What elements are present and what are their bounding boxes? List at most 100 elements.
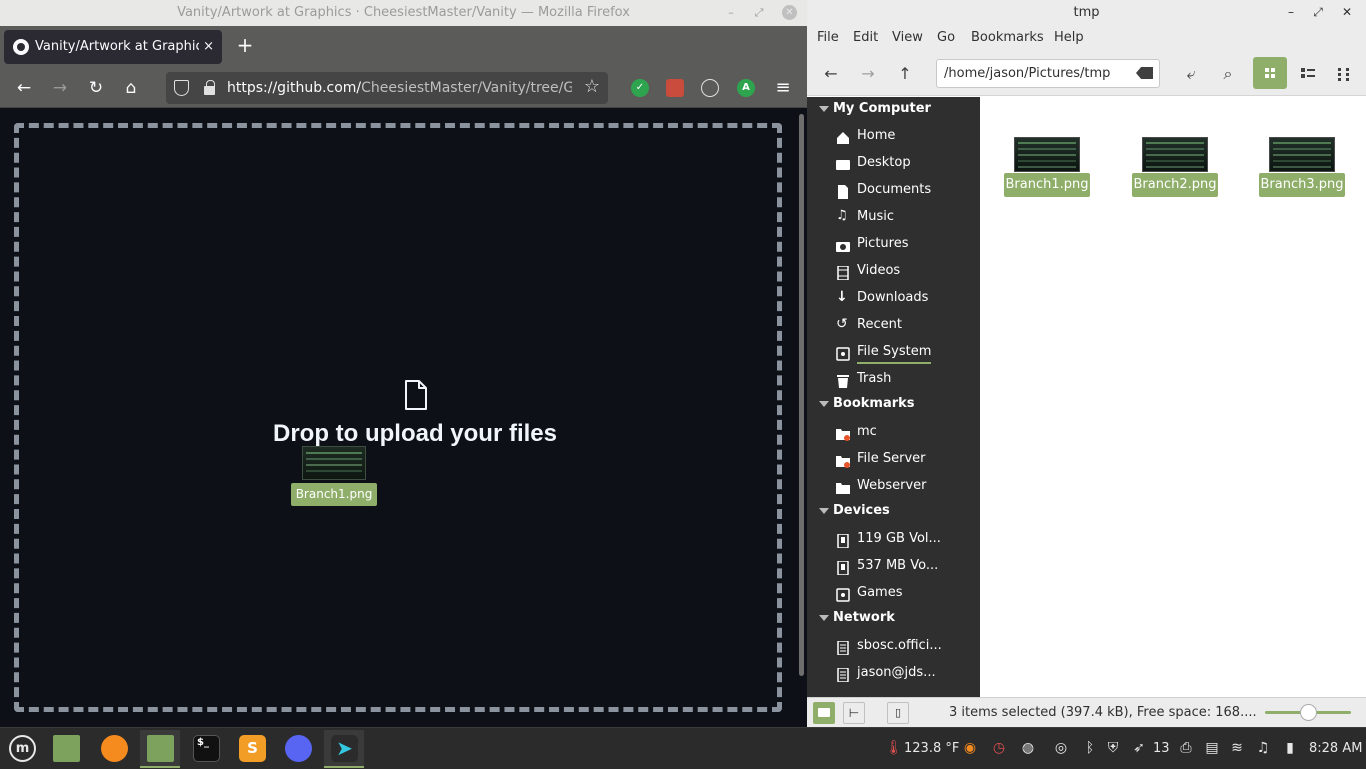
toggle-path-icon[interactable]: ⤶ (1178, 61, 1204, 87)
url-text[interactable]: https://github.com/CheesiestMaster/Vanit… (227, 72, 572, 104)
sidebar-item-mc[interactable]: mc (807, 418, 980, 445)
location-entry[interactable]: /home/jason/Pictures/tmp (936, 59, 1160, 88)
image-thumbnail (1269, 137, 1335, 172)
home-icon[interactable]: ⌂ (119, 76, 143, 100)
maximize-icon[interactable]: ⤢ (753, 7, 765, 19)
mint-menu-button[interactable]: m (2, 730, 42, 768)
sidebar-item-file-server[interactable]: File Server (807, 445, 980, 472)
section-bookmarks[interactable]: Bookmarks (807, 392, 980, 416)
sidebar-item-webserver[interactable]: Webserver (807, 472, 980, 499)
sidebar-item-volume-537mb[interactable]: 537 MB Vo... (807, 552, 980, 579)
clipboard-icon[interactable]: ▤ (1204, 740, 1220, 756)
tracking-shield-icon[interactable] (174, 80, 189, 96)
menu-help[interactable]: Help (1054, 30, 1084, 45)
taskbar-files-launcher[interactable] (46, 730, 86, 768)
tab-active[interactable]: Vanity/Artwork at Graphics × (4, 30, 222, 64)
sidebar-item-file-system[interactable]: File System (807, 338, 980, 365)
sidebar-item-pictures[interactable]: Pictures (807, 230, 980, 257)
taskbar-terminal[interactable]: $_ (186, 730, 226, 768)
taskbar-drag-app[interactable]: ➤ (324, 730, 364, 768)
sidebar-item-games[interactable]: Games (807, 579, 980, 606)
new-tab-button[interactable]: + (234, 34, 256, 56)
app-tray-icon[interactable]: ◉ (962, 740, 978, 756)
sidebar-item-downloads[interactable]: ↓ Downloads (807, 284, 980, 311)
lock-icon[interactable] (204, 80, 215, 95)
folder-icon (53, 735, 80, 762)
sidebar-item-sbosc[interactable]: sbosc.offici... (807, 632, 980, 659)
section-my-computer[interactable]: My Computer (807, 97, 980, 121)
notifications-count[interactable]: 13 (1153, 728, 1170, 769)
sidebar-item-videos[interactable]: Videos (807, 257, 980, 284)
camera-icon (836, 236, 850, 252)
drop-zone[interactable] (14, 123, 782, 712)
update-shield-icon[interactable]: ⛨ (1105, 740, 1121, 756)
sidebar-item-documents[interactable]: Documents (807, 176, 980, 203)
close-window-icon[interactable]: ✕ (782, 5, 797, 20)
sidebar-item-music[interactable]: ♫ Music (807, 203, 980, 230)
sidebar-item-home[interactable]: Home (807, 122, 980, 149)
section-network[interactable]: Network (807, 606, 980, 630)
file-view[interactable]: Branch1.png Branch2.png Branch3.png (980, 97, 1366, 697)
ublock-shield-icon[interactable]: ✓ (631, 79, 649, 97)
discord-tray-icon[interactable]: ◍ (1020, 740, 1036, 756)
steam-icon[interactable]: ◎ (1053, 740, 1069, 756)
file-manager-toolbar: ← → ↑ /home/jason/Pictures/tmp ⤶ ⌕ (807, 52, 1366, 96)
clock[interactable]: 8:28 AM (1309, 728, 1362, 769)
sidebar-item-volume-119gb[interactable]: 119 GB Vol... (807, 525, 980, 552)
sidebar-item-jason-jds[interactable]: jason@jds... (807, 659, 980, 686)
minimize-icon[interactable]: – (725, 7, 737, 19)
maximize-icon[interactable]: ⤢ (1311, 5, 1325, 19)
compact-view-button[interactable] (1327, 57, 1361, 89)
menu-edit[interactable]: Edit (853, 30, 878, 45)
up-icon[interactable]: ↑ (892, 61, 918, 87)
list-view-button[interactable] (1290, 57, 1324, 89)
menu-file[interactable]: File (817, 30, 839, 45)
reload-icon[interactable]: ↻ (84, 76, 108, 100)
sidebar-item-desktop[interactable]: Desktop (807, 149, 980, 176)
globe-icon[interactable] (701, 79, 719, 97)
page-scrollbar[interactable] (797, 109, 807, 727)
printer-icon[interactable]: ⎙ (1178, 740, 1194, 756)
taskbar-files-active[interactable] (140, 730, 180, 768)
close-window-icon[interactable]: ✕ (1340, 5, 1354, 19)
zoom-slider[interactable] (1265, 704, 1351, 721)
taskbar-firefox[interactable] (94, 730, 134, 768)
sound-icon[interactable]: ♫ (1255, 740, 1271, 756)
sidebar-item-recent[interactable]: ↺ Recent (807, 311, 980, 338)
back-icon[interactable]: ← (12, 76, 36, 100)
icon-view-button[interactable] (1253, 57, 1287, 89)
sublime-icon: S (239, 735, 266, 762)
menu-go[interactable]: Go (937, 30, 955, 45)
temperature-readout[interactable]: 123.8 °F (904, 728, 959, 769)
bluetooth-icon[interactable]: ᛒ (1082, 740, 1098, 756)
image-thumbnail (1142, 137, 1208, 172)
forward-icon[interactable]: → (855, 61, 881, 87)
back-icon[interactable]: ← (818, 61, 844, 87)
menu-icon[interactable]: ≡ (771, 76, 795, 100)
battery-icon[interactable]: ▮ (1282, 740, 1298, 756)
bookmark-star-icon[interactable]: ☆ (584, 76, 600, 97)
scrollbar-thumb[interactable] (799, 114, 804, 676)
clock-app-icon[interactable]: ◷ (991, 740, 1007, 756)
taskbar-sublime[interactable]: S (232, 730, 272, 768)
notifications-icon[interactable]: ➶ (1131, 740, 1147, 756)
menu-view[interactable]: View (892, 30, 923, 45)
taskbar-discord[interactable] (278, 730, 318, 768)
zoom-slider-knob[interactable] (1300, 704, 1317, 721)
search-icon[interactable]: ⌕ (1215, 61, 1241, 87)
forward-icon[interactable]: → (48, 76, 72, 100)
menu-bookmarks[interactable]: Bookmarks (971, 30, 1044, 45)
url-bar[interactable]: https://github.com/CheesiestMaster/Vanit… (166, 72, 608, 104)
clear-location-icon[interactable] (1136, 67, 1153, 79)
show-places-button[interactable] (813, 702, 835, 724)
minimize-icon[interactable]: – (1284, 5, 1298, 19)
hide-sidebar-button[interactable]: ▯ (887, 702, 909, 724)
wifi-icon[interactable]: ≋ (1229, 740, 1245, 756)
sidebar-item-trash[interactable]: Trash (807, 365, 980, 392)
tab-close-icon[interactable]: × (203, 38, 214, 56)
section-devices[interactable]: Devices (807, 499, 980, 523)
location-text[interactable]: /home/jason/Pictures/tmp (944, 60, 1110, 87)
show-treeview-button[interactable]: ⊢ (843, 702, 865, 724)
account-avatar[interactable]: A (737, 79, 755, 97)
extension-icon[interactable] (666, 79, 684, 97)
